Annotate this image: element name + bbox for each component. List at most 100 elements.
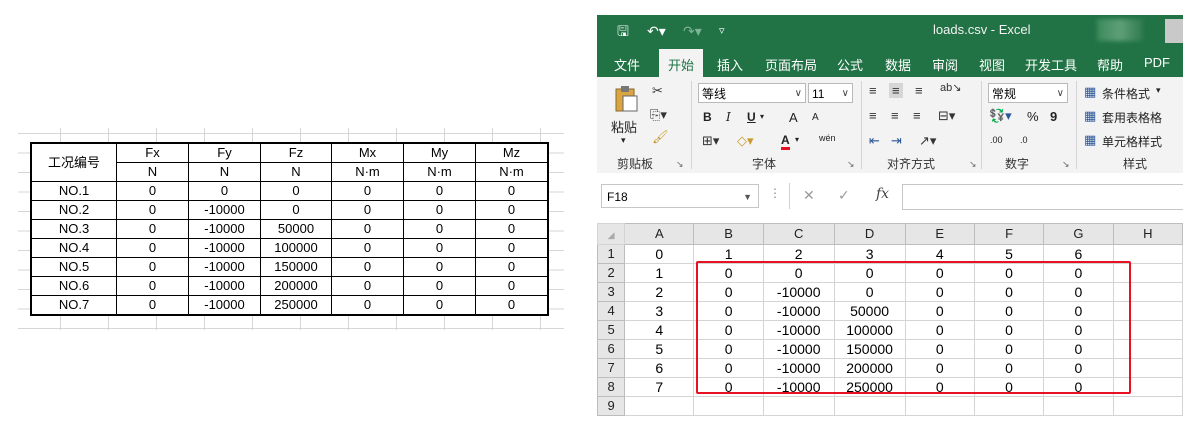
accounting-format-icon[interactable]: 💱▾	[989, 108, 1012, 124]
column-header-d[interactable]: D	[833, 223, 906, 245]
orientation-icon[interactable]: ↗▾	[919, 133, 936, 149]
row-header[interactable]: 2	[597, 263, 626, 283]
cell[interactable]	[1112, 396, 1183, 416]
select-all-corner[interactable]: ◢	[597, 223, 626, 245]
row-header[interactable]: 5	[597, 320, 626, 340]
undo-icon[interactable]: ↶▾	[647, 22, 666, 40]
text-direction-icon[interactable]: ab↘	[940, 81, 961, 94]
cell[interactable]	[833, 396, 906, 416]
row-header[interactable]: 4	[597, 301, 626, 321]
cell[interactable]: 7	[624, 377, 695, 397]
decrease-indent-icon[interactable]: ⇤	[869, 133, 880, 149]
cell[interactable]: 0	[624, 244, 695, 264]
align-left-icon[interactable]: ≡	[869, 108, 877, 123]
cell[interactable]: 5	[624, 339, 695, 359]
save-icon[interactable]: 🖫	[617, 22, 629, 40]
paste-icon[interactable]	[613, 85, 639, 113]
middle-align-icon[interactable]: ≡	[889, 83, 903, 98]
tab-help[interactable]: 帮助	[1097, 55, 1123, 74]
row-header[interactable]: 9	[597, 396, 626, 416]
cut-icon[interactable]: ✂	[652, 83, 663, 99]
row-header[interactable]: 3	[597, 282, 626, 302]
drag-handle-icon[interactable]: ⋮	[769, 186, 781, 200]
paste-dropdown-icon[interactable]: ▾	[621, 135, 626, 146]
cancel-icon[interactable]: ✕	[803, 187, 815, 204]
insert-function-icon[interactable]: fx	[876, 186, 889, 202]
decrease-decimal-button[interactable]: .0	[1020, 135, 1028, 145]
row-header[interactable]: 8	[597, 377, 626, 397]
tab-file[interactable]: 文件	[614, 55, 640, 74]
copy-icon[interactable]: ⎘▾	[650, 107, 667, 123]
grow-font-button[interactable]: A	[789, 110, 798, 125]
underline-dropdown-icon[interactable]: ▾	[760, 112, 764, 121]
tab-page-layout[interactable]: 页面布局	[765, 55, 817, 74]
column-header-c[interactable]: C	[762, 223, 835, 245]
row-header[interactable]: 6	[597, 339, 626, 359]
italic-button[interactable]: I	[726, 110, 731, 124]
increase-indent-icon[interactable]: ⇥	[891, 133, 902, 149]
cell[interactable]	[1043, 396, 1114, 416]
column-header-a[interactable]: A	[624, 223, 695, 245]
align-right-icon[interactable]: ≡	[913, 108, 921, 123]
bottom-align-icon[interactable]: ≡	[915, 83, 923, 98]
format-painter-icon[interactable]: 🖌	[652, 129, 669, 145]
conditional-format-icon[interactable]: ▦	[1084, 84, 1096, 100]
tab-home[interactable]: 开始	[659, 49, 704, 77]
font-launcher-icon[interactable]: ↘	[847, 159, 855, 170]
tab-formulas[interactable]: 公式	[837, 55, 863, 74]
enter-icon[interactable]: ✓	[838, 187, 850, 204]
column-header-e[interactable]: E	[904, 223, 975, 245]
top-align-icon[interactable]: ≡	[869, 83, 877, 98]
percent-button[interactable]: %	[1027, 109, 1039, 124]
cell[interactable]: 1	[624, 263, 695, 283]
paste-button[interactable]: 粘贴	[611, 117, 637, 136]
tab-review[interactable]: 审阅	[932, 55, 958, 74]
column-header-h[interactable]: H	[1112, 223, 1183, 245]
number-launcher-icon[interactable]: ↘	[1062, 159, 1070, 170]
phonetic-button[interactable]: wén	[819, 133, 836, 143]
cell[interactable]	[693, 396, 764, 416]
border-icon[interactable]: ⊞▾	[702, 133, 719, 149]
column-header-g[interactable]: G	[1043, 223, 1114, 245]
cell-styles-icon[interactable]: ▦	[1084, 132, 1096, 148]
clipboard-launcher-icon[interactable]: ↘	[676, 159, 684, 170]
font-color-button[interactable]: A	[781, 133, 790, 150]
cell[interactable]: 3	[624, 301, 695, 321]
table-format-icon[interactable]: ▦	[1084, 108, 1096, 124]
cell[interactable]	[904, 396, 975, 416]
cell[interactable]: 6	[624, 358, 695, 378]
align-center-icon[interactable]: ≡	[891, 108, 899, 123]
font-name-select[interactable]: 等线 ∨	[698, 83, 806, 103]
tab-view[interactable]: 视图	[979, 55, 1005, 74]
conditional-format-dropdown-icon[interactable]: ▾	[1156, 85, 1161, 96]
avatar[interactable]	[1165, 19, 1183, 43]
font-color-dropdown-icon[interactable]: ▾	[795, 135, 799, 144]
format-as-table-button[interactable]: 套用表格格	[1102, 109, 1162, 126]
cell-styles-button[interactable]: 单元格样式	[1102, 133, 1162, 150]
fill-color-icon[interactable]: ◇▾	[737, 133, 754, 149]
number-format-select[interactable]: 常规 ∨	[988, 83, 1068, 103]
cell[interactable]: 2	[624, 282, 695, 302]
shrink-font-button[interactable]: A	[812, 112, 819, 123]
tab-pdf[interactable]: PDF	[1144, 55, 1170, 70]
cell[interactable]	[624, 396, 695, 416]
bold-button[interactable]: B	[703, 110, 712, 124]
increase-decimal-button[interactable]: .00	[990, 135, 1003, 145]
conditional-format-button[interactable]: 条件格式	[1102, 85, 1150, 102]
cell[interactable]: 4	[624, 320, 695, 340]
name-box[interactable]: F18 ▼	[601, 184, 759, 208]
font-size-select[interactable]: 11 ∨	[808, 83, 853, 103]
comma-button[interactable]: 9	[1050, 109, 1057, 124]
tab-developer[interactable]: 开发工具	[1025, 55, 1077, 74]
column-header-f[interactable]: F	[973, 223, 1045, 245]
column-header-b[interactable]: B	[693, 223, 764, 245]
cell[interactable]	[762, 396, 835, 416]
alignment-launcher-icon[interactable]: ↘	[969, 159, 977, 170]
wrap-text-icon[interactable]: ⊟▾	[938, 108, 955, 124]
cell[interactable]	[973, 396, 1045, 416]
row-header[interactable]: 1	[597, 244, 626, 264]
tab-insert[interactable]: 插入	[717, 55, 743, 74]
tab-data[interactable]: 数据	[885, 55, 911, 74]
underline-button[interactable]: U	[747, 110, 756, 124]
redo-icon[interactable]: ↷▾	[683, 22, 702, 40]
